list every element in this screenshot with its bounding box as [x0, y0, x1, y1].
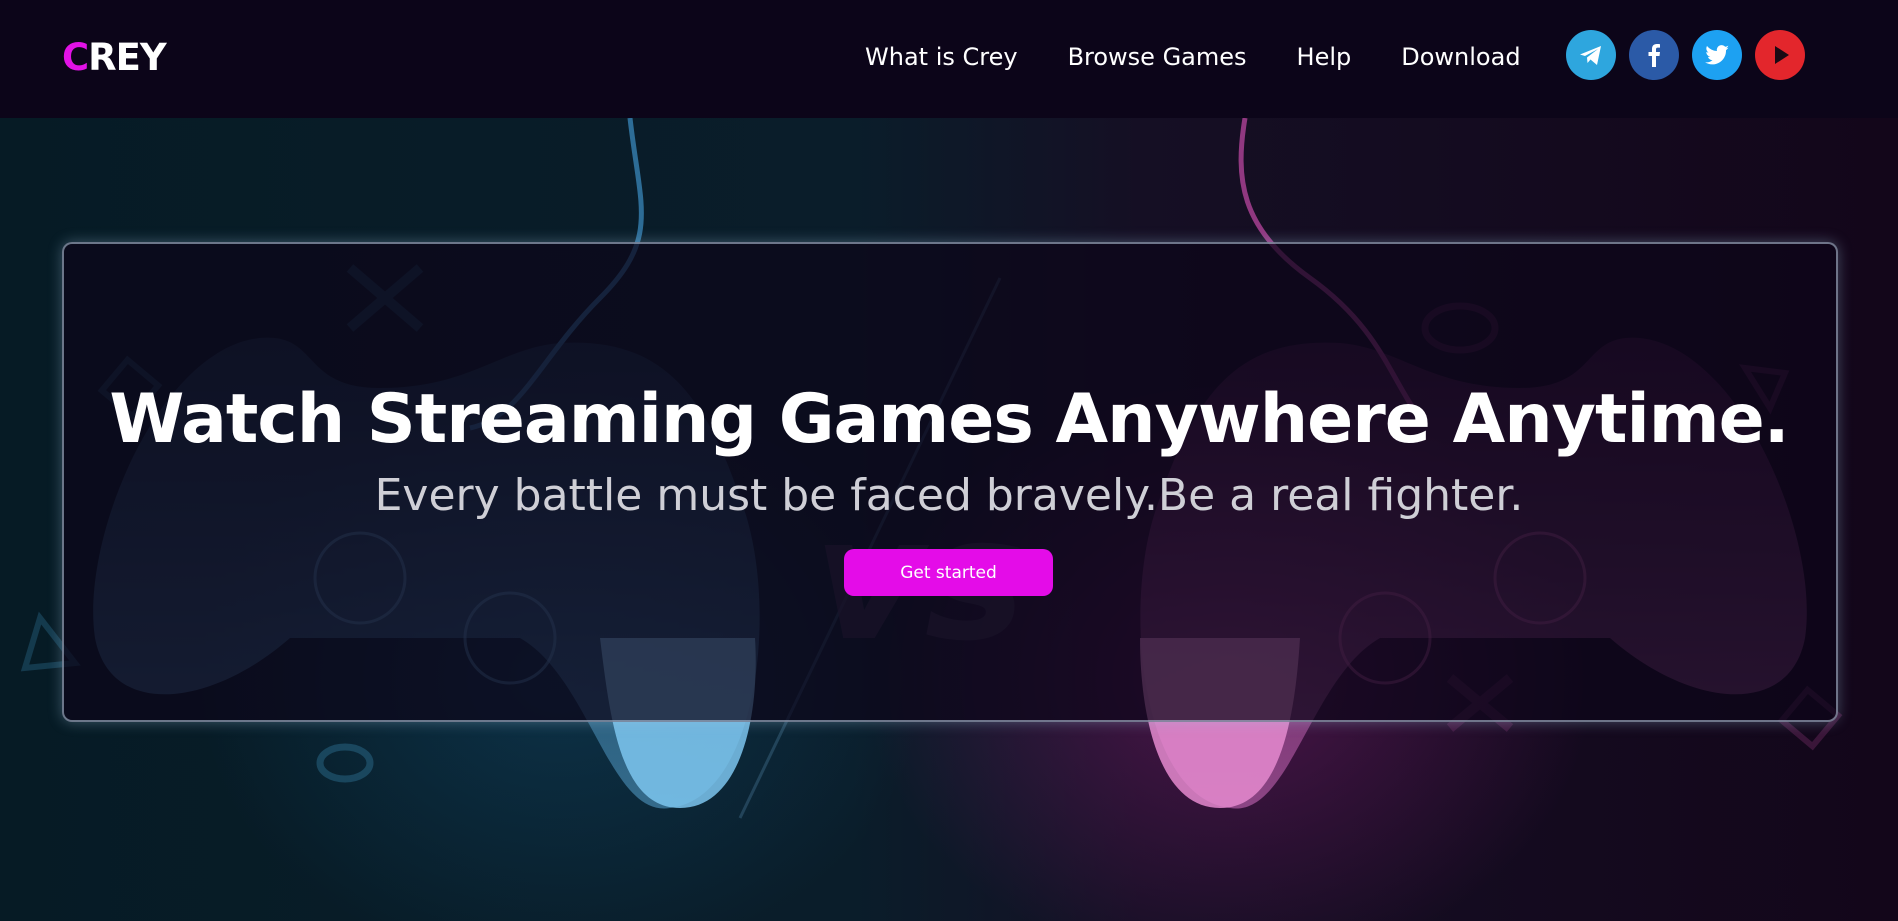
- hero-subtitle: Every battle must be faced bravely.Be a …: [374, 470, 1524, 521]
- youtube-button[interactable]: [1755, 30, 1805, 80]
- get-started-button[interactable]: Get started: [844, 549, 1053, 596]
- youtube-icon: [1775, 46, 1789, 64]
- site-header: CREY What is Crey Browse Games Help Down…: [0, 0, 1898, 118]
- facebook-icon: [1648, 44, 1660, 67]
- nav-link-download[interactable]: Download: [1401, 43, 1520, 71]
- logo-text: REY: [88, 36, 167, 79]
- hero-title: Watch Streaming Games Anywhere Anytime.: [109, 380, 1789, 459]
- twitter-icon: [1705, 45, 1729, 65]
- nav-link-what-is-crey[interactable]: What is Crey: [865, 43, 1018, 71]
- nav-link-browse-games[interactable]: Browse Games: [1068, 43, 1247, 71]
- nav-link-help[interactable]: Help: [1297, 43, 1352, 71]
- twitter-button[interactable]: [1692, 30, 1742, 80]
- telegram-button[interactable]: [1566, 30, 1616, 80]
- social-links: [1566, 30, 1805, 80]
- telegram-icon: [1580, 46, 1601, 65]
- main-nav: What is Crey Browse Games Help Download: [865, 43, 1521, 71]
- logo[interactable]: CREY: [62, 36, 167, 79]
- facebook-button[interactable]: [1629, 30, 1679, 80]
- logo-accent-letter: C: [62, 36, 89, 79]
